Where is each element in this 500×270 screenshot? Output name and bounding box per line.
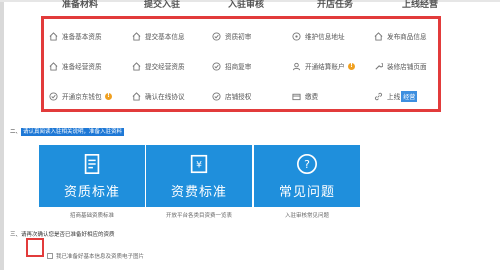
check-circle-icon <box>49 91 58 101</box>
task-item[interactable]: 装修店铺页面 <box>374 59 427 73</box>
task-item[interactable]: 确认在线协议 <box>132 89 185 103</box>
task-label: 缴费 <box>305 93 319 101</box>
task-item[interactable]: 发布商品信息 <box>374 29 427 43</box>
task-item[interactable]: 招商复审 <box>212 59 251 73</box>
card-fee-standard[interactable]: ¥ 资费标准 <box>146 145 252 207</box>
task-item[interactable]: 缴费 <box>292 89 318 103</box>
house-icon <box>49 61 58 71</box>
document-icon <box>79 151 105 177</box>
step-label: 入驻审核 <box>228 0 265 10</box>
card-title: 资费标准 <box>170 185 227 200</box>
task-label: 维护信息地址 <box>305 33 345 41</box>
window-frame-left <box>0 0 4 270</box>
step-label: 准备材料 <box>62 0 99 10</box>
house-icon <box>132 91 141 101</box>
svg-text:?: ? <box>304 158 310 171</box>
task-item[interactable]: 开通京东钱包 <box>49 89 112 103</box>
highlight-box <box>26 238 44 257</box>
section-two-number: 二、 <box>10 129 22 135</box>
warning-badge-icon <box>104 92 112 100</box>
card-title: 常见问题 <box>278 185 335 200</box>
task-item[interactable]: 维护信息地址 <box>292 29 345 43</box>
wallet-icon <box>292 92 301 101</box>
task-label: 发布商品信息 <box>387 33 427 41</box>
step-label: 提交入驻 <box>144 0 181 10</box>
check-circle-icon <box>212 91 221 101</box>
task-item[interactable]: 准备基本资质 <box>49 29 102 43</box>
section-two-title: 二、 请认真阅读入驻相关说明，准备入驻资料 <box>10 127 125 136</box>
task-item[interactable]: 资质初审 <box>212 29 251 43</box>
user-icon <box>292 62 301 71</box>
svg-text:¥: ¥ <box>196 160 202 171</box>
step-label: 开店任务 <box>317 0 354 10</box>
task-label: 开通京东钱包 <box>62 93 102 101</box>
question-icon: ? <box>294 151 320 177</box>
task-item[interactable]: 开通结算账户 <box>292 59 355 73</box>
card-title: 资质标准 <box>63 185 120 200</box>
task-label: 上线 <box>387 93 401 101</box>
card-caption: 开放平台各类目资费一览表 <box>165 213 232 219</box>
card-qualification-standard[interactable]: 资质标准 <box>39 145 145 207</box>
check-circle-icon <box>212 31 221 41</box>
card-caption: 招商基础资质标准 <box>69 213 114 219</box>
task-label: 店铺授权 <box>225 93 252 101</box>
step-label: 上线经营 <box>402 0 439 10</box>
house-icon <box>132 61 141 71</box>
house-icon <box>374 31 383 41</box>
price-tag-icon: ¥ <box>186 151 212 177</box>
section-two-highlight: 请认真阅读入驻相关说明，准备入驻资料 <box>21 128 125 136</box>
confirm-checkbox[interactable] <box>47 253 53 259</box>
step-progress: 准备材料 提交入驻 入驻审核 开店任务 上线经营 <box>40 0 480 12</box>
card-caption: 入驻审核常见问题 <box>284 213 329 219</box>
wrench-icon <box>374 62 383 71</box>
house-icon <box>49 31 58 41</box>
confirm-label: 我已准备好基本信息及资质电子图片 <box>56 254 145 260</box>
task-label: 准备经营资质 <box>62 63 102 71</box>
check-circle-icon <box>212 61 221 71</box>
task-label: 资质初审 <box>225 33 252 41</box>
card-faq[interactable]: ? 常见问题 <box>254 145 360 207</box>
section-three-title: 三、请再次确认您是否已准备好相应的资质 <box>10 232 115 238</box>
task-label: 装修店铺页面 <box>387 63 427 71</box>
task-label: 招商复审 <box>225 63 252 71</box>
task-item[interactable]: 准备经营资质 <box>49 59 102 73</box>
task-item[interactable]: 提交基本信息 <box>132 29 185 43</box>
confirm-row[interactable]: 我已准备好基本信息及资质电子图片 <box>47 252 144 260</box>
task-label: 确认在线协议 <box>145 93 185 101</box>
task-tag: 经营 <box>401 90 418 102</box>
task-label: 准备基本资质 <box>62 33 102 41</box>
location-pin-icon <box>292 31 301 41</box>
task-label: 提交基本信息 <box>145 33 185 41</box>
warning-badge-icon <box>347 62 355 70</box>
task-label: 开通结算账户 <box>305 63 345 71</box>
task-item[interactable]: 店铺授权 <box>212 89 251 103</box>
task-label: 提交经营资质 <box>145 63 185 71</box>
house-icon <box>132 31 141 41</box>
link-icon <box>374 92 383 101</box>
task-item[interactable]: 提交经营资质 <box>132 59 185 73</box>
task-item[interactable]: 上线 经营 <box>374 89 418 103</box>
task-grid: 准备基本资质 提交基本信息 资质初审 维护信息地址 发布商品信息 准备经营资质 … <box>41 16 441 112</box>
